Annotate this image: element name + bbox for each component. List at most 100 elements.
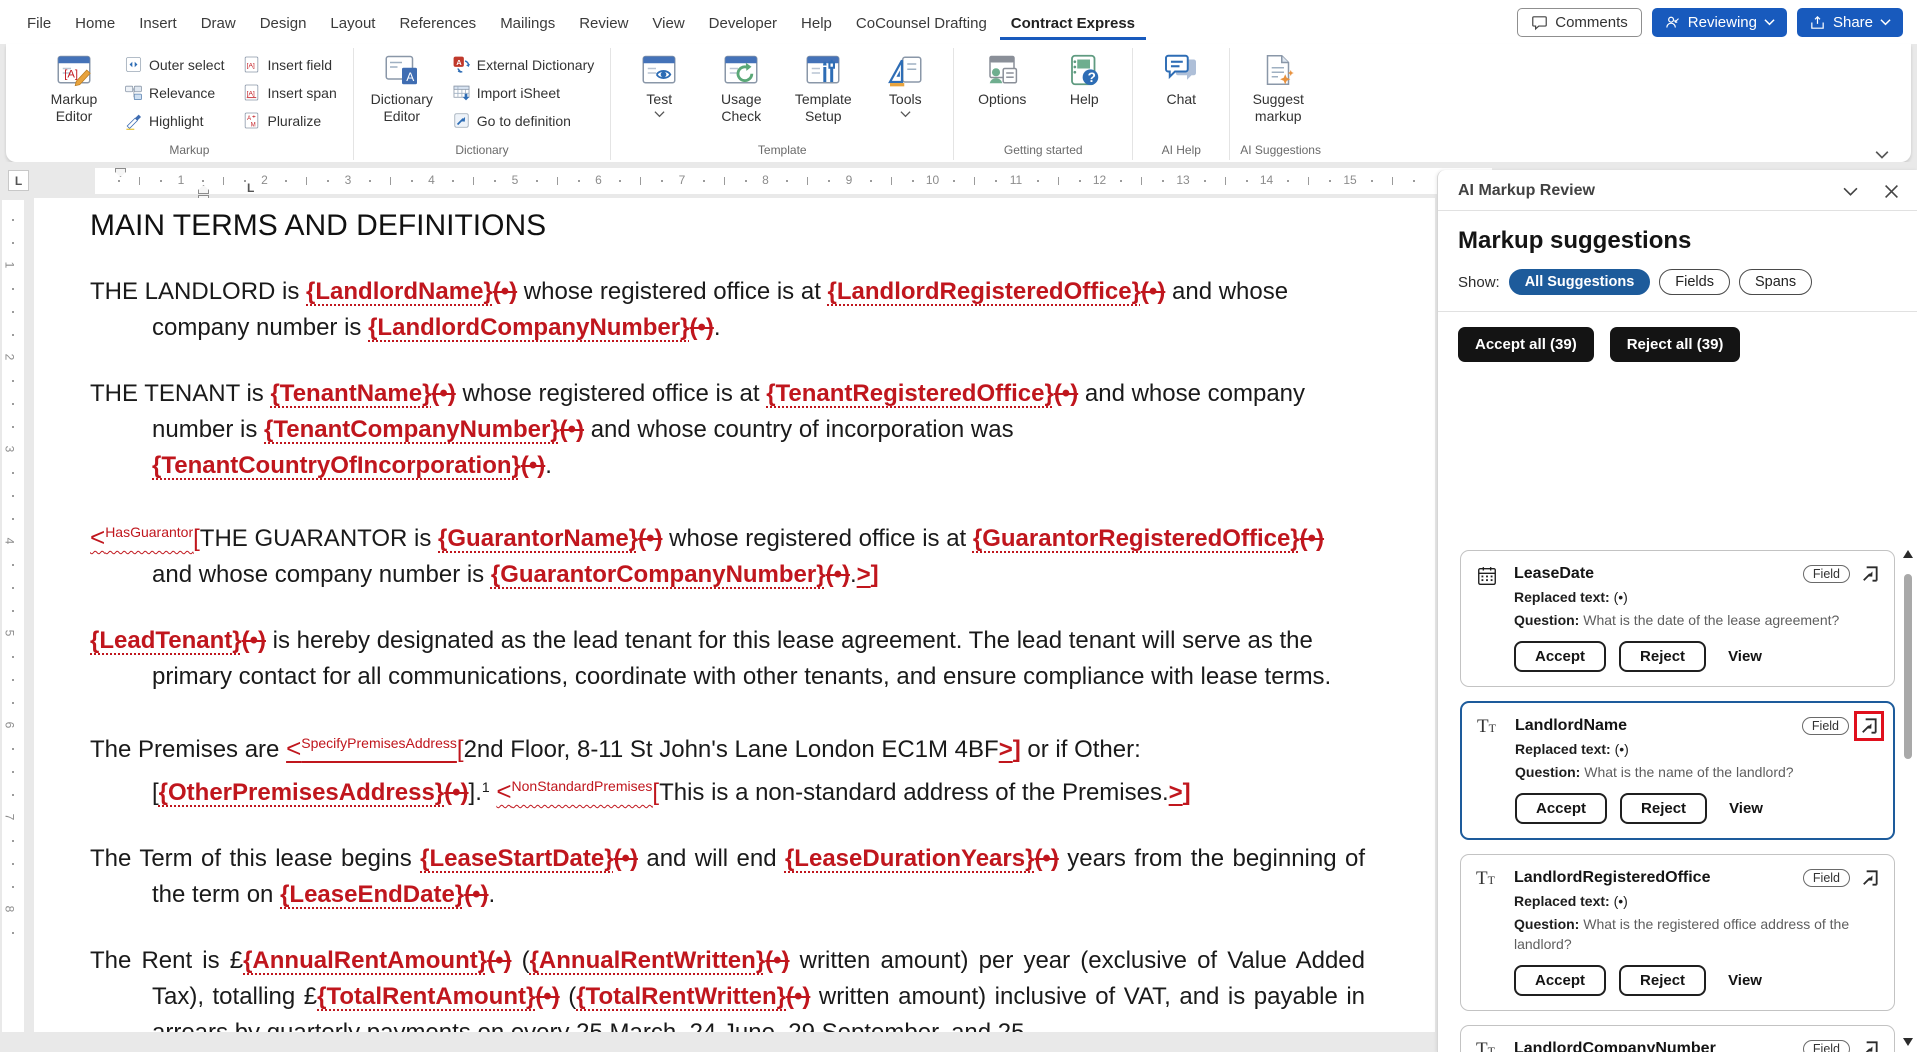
reject-all-button[interactable]: Reject all (39) bbox=[1610, 327, 1741, 362]
filter-pill-fields[interactable]: Fields bbox=[1659, 269, 1730, 295]
go-to-definition-button[interactable]: Go to definition bbox=[446, 108, 601, 133]
template-setup-button[interactable]: Template Setup bbox=[785, 48, 861, 127]
suggest-markup-button[interactable]: Suggest markup bbox=[1240, 48, 1316, 127]
markup-editor-button[interactable]: [A]Markup Editor bbox=[36, 48, 112, 127]
markup-field-totalrentwritten[interactable]: {TotalRentWritten}(•) bbox=[576, 983, 810, 1010]
markup-field-leadtenant[interactable]: {LeadTenant}(•) bbox=[90, 627, 266, 654]
markup-field-annualrentamount[interactable]: {AnnualRentAmount}(•) bbox=[243, 947, 511, 974]
tools-button[interactable]: Tools bbox=[867, 48, 943, 120]
accept-all-button[interactable]: Accept all (39) bbox=[1458, 327, 1594, 362]
insert-field-button[interactable]: [A]Insert field bbox=[236, 52, 342, 77]
reject-button[interactable]: Reject bbox=[1619, 641, 1706, 672]
ruler-tick bbox=[327, 180, 329, 182]
highlight-button[interactable]: Highlight bbox=[118, 108, 230, 133]
comments-button[interactable]: Comments bbox=[1517, 8, 1642, 37]
accept-button[interactable]: Accept bbox=[1514, 641, 1606, 672]
markup-span-close[interactable]: >] bbox=[1169, 779, 1191, 806]
view-button[interactable]: View bbox=[1728, 648, 1762, 665]
menu-tab-view[interactable]: View bbox=[641, 5, 695, 40]
test-button[interactable]: Test bbox=[621, 48, 697, 120]
chat-button[interactable]: Chat bbox=[1143, 48, 1219, 110]
jump-to-document-icon[interactable] bbox=[1860, 1039, 1880, 1052]
tab-selector[interactable]: L bbox=[8, 170, 29, 191]
markup-field-landlordcompanynumber[interactable]: {LandlordCompanyNumber}(•) bbox=[368, 314, 714, 341]
menu-tab-cocounsel-drafting[interactable]: CoCounsel Drafting bbox=[845, 5, 998, 40]
document-paragraph: The Premises are <SpecifyPremisesAddress… bbox=[90, 725, 1365, 811]
dictionary-editor-button[interactable]: ADictionary Editor bbox=[364, 48, 440, 127]
scroll-up-arrow-icon[interactable] bbox=[1903, 550, 1913, 558]
footnote-reference[interactable]: 1 bbox=[482, 779, 490, 795]
markup-field-guarantorregisteredoffice[interactable]: {GuarantorRegisteredOffice}(•) bbox=[973, 525, 1324, 552]
accept-button[interactable]: Accept bbox=[1515, 793, 1607, 824]
scroll-down-arrow-icon[interactable] bbox=[1903, 1038, 1913, 1046]
panel-scrollbar[interactable] bbox=[1902, 548, 1914, 1048]
menu-tab-developer[interactable]: Developer bbox=[698, 5, 788, 40]
share-button[interactable]: Share bbox=[1797, 8, 1903, 37]
markup-field-totalrentamount[interactable]: {TotalRentAmount}(•) bbox=[317, 983, 560, 1010]
outer-select-button[interactable]: Outer select bbox=[118, 52, 230, 77]
pluralize-button[interactable]: AMPluralize bbox=[236, 108, 342, 133]
menu-tab-mailings[interactable]: Mailings bbox=[489, 5, 566, 40]
collapse-panel-icon[interactable] bbox=[1843, 184, 1858, 199]
markup-field-guarantorcompanynumber[interactable]: {GuarantorCompanyNumber}(•) bbox=[491, 561, 850, 588]
reviewing-button[interactable]: Reviewing bbox=[1652, 8, 1787, 37]
filter-pill-all-suggestions[interactable]: All Suggestions bbox=[1509, 269, 1651, 295]
jump-to-document-icon[interactable] bbox=[1860, 868, 1880, 888]
help-button[interactable]: ?Help bbox=[1046, 48, 1122, 110]
suggestion-card-landlordname[interactable]: TTLandlordNameFieldReplaced text: (•)Que… bbox=[1460, 701, 1895, 840]
ruler-number: 3 bbox=[345, 173, 352, 187]
markup-field-annualrentwritten[interactable]: {AnnualRentWritten}(•) bbox=[530, 947, 790, 974]
usage-check-button[interactable]: Usage Check bbox=[703, 48, 779, 127]
markup-span-open-nonstandardpremises[interactable]: <NonStandardPremises[ bbox=[496, 779, 659, 806]
first-line-indent-marker[interactable] bbox=[115, 168, 126, 177]
markup-field-tenantcountryofincorporation[interactable]: {TenantCountryOfIncorporation}(•) bbox=[152, 452, 545, 479]
menu-tab-references[interactable]: References bbox=[388, 5, 487, 40]
filter-pill-spans[interactable]: Spans bbox=[1739, 269, 1812, 295]
close-panel-icon[interactable] bbox=[1884, 184, 1899, 199]
markup-field-tenantname[interactable]: {TenantName}(•) bbox=[270, 380, 455, 407]
markup-field-landlordregisteredoffice[interactable]: {LandlordRegisteredOffice}(•) bbox=[828, 278, 1166, 305]
view-button[interactable]: View bbox=[1729, 800, 1763, 817]
accept-button[interactable]: Accept bbox=[1514, 965, 1606, 996]
suggestion-card-landlordcompanynumber[interactable]: TTLandlordCompanyNumberFieldReplaced tex… bbox=[1460, 1025, 1895, 1052]
markup-field-leaseenddate[interactable]: {LeaseEndDate}(•) bbox=[280, 881, 488, 908]
external-dictionary-button[interactable]: AExternal Dictionary bbox=[446, 52, 601, 77]
menu-tab-design[interactable]: Design bbox=[249, 5, 318, 40]
menu-tab-layout[interactable]: Layout bbox=[319, 5, 386, 40]
markup-field-tenantcompanynumber[interactable]: {TenantCompanyNumber}(•) bbox=[264, 416, 584, 443]
suggestion-card-landlordregisteredoffice[interactable]: TTLandlordRegisteredOfficeFieldReplaced … bbox=[1460, 854, 1895, 1011]
markup-field-otherpremisesaddress[interactable]: {OtherPremisesAddress}(•) bbox=[159, 779, 469, 806]
menu-tab-home[interactable]: Home bbox=[64, 5, 126, 40]
menu-tab-draw[interactable]: Draw bbox=[190, 5, 247, 40]
jump-to-document-icon[interactable] bbox=[1860, 564, 1880, 584]
menu-tab-insert[interactable]: Insert bbox=[128, 5, 188, 40]
menu-tab-review[interactable]: Review bbox=[568, 5, 639, 40]
markup-span-open-hasguarantor[interactable]: <HasGuarantor[ bbox=[90, 525, 200, 552]
relevance-button[interactable]: Relevance bbox=[118, 80, 230, 105]
insert-span-button[interactable]: [A]Insert span bbox=[236, 80, 342, 105]
view-button[interactable]: View bbox=[1728, 972, 1762, 989]
document-page[interactable]: MAIN TERMS AND DEFINITIONSTHE LANDLORD i… bbox=[34, 198, 1435, 1032]
markup-field-guarantorname[interactable]: {GuarantorName}(•) bbox=[438, 525, 662, 552]
hanging-indent-marker[interactable] bbox=[198, 185, 209, 194]
markup-span-close[interactable]: >] bbox=[999, 736, 1021, 763]
markup-field-tenantregisteredoffice[interactable]: {TenantRegisteredOffice}(•) bbox=[766, 380, 1078, 407]
scrollbar-thumb[interactable] bbox=[1904, 574, 1912, 759]
import-isheet-button[interactable]: Import iSheet bbox=[446, 80, 601, 105]
markup-field-leasedurationyears[interactable]: {LeaseDurationYears}(•) bbox=[785, 845, 1059, 872]
collapse-ribbon-icon[interactable] bbox=[1875, 146, 1889, 156]
menu-tab-contract-express[interactable]: Contract Express bbox=[1000, 5, 1146, 40]
suggestion-card-leasedate[interactable]: LeaseDateFieldReplaced text: (•)Question… bbox=[1460, 550, 1895, 687]
markup-span-close[interactable]: >] bbox=[857, 561, 879, 588]
jump-to-document-icon[interactable] bbox=[1859, 716, 1879, 736]
tab-stop-marker[interactable]: L bbox=[247, 181, 254, 195]
reject-button[interactable]: Reject bbox=[1619, 965, 1706, 996]
markup-span-open-specifypremisesaddress[interactable]: <SpecifyPremisesAddress[ bbox=[286, 736, 463, 763]
menu-tab-help[interactable]: Help bbox=[790, 5, 843, 40]
reject-button[interactable]: Reject bbox=[1620, 793, 1707, 824]
markup-field-leasestartdate[interactable]: {LeaseStartDate}(•) bbox=[420, 845, 638, 872]
menu-tab-file[interactable]: File bbox=[16, 5, 62, 40]
document-text: The Rent is £ bbox=[90, 947, 243, 974]
markup-field-landlordname[interactable]: {LandlordName}(•) bbox=[306, 278, 517, 305]
options-button[interactable]: Options bbox=[964, 48, 1040, 110]
